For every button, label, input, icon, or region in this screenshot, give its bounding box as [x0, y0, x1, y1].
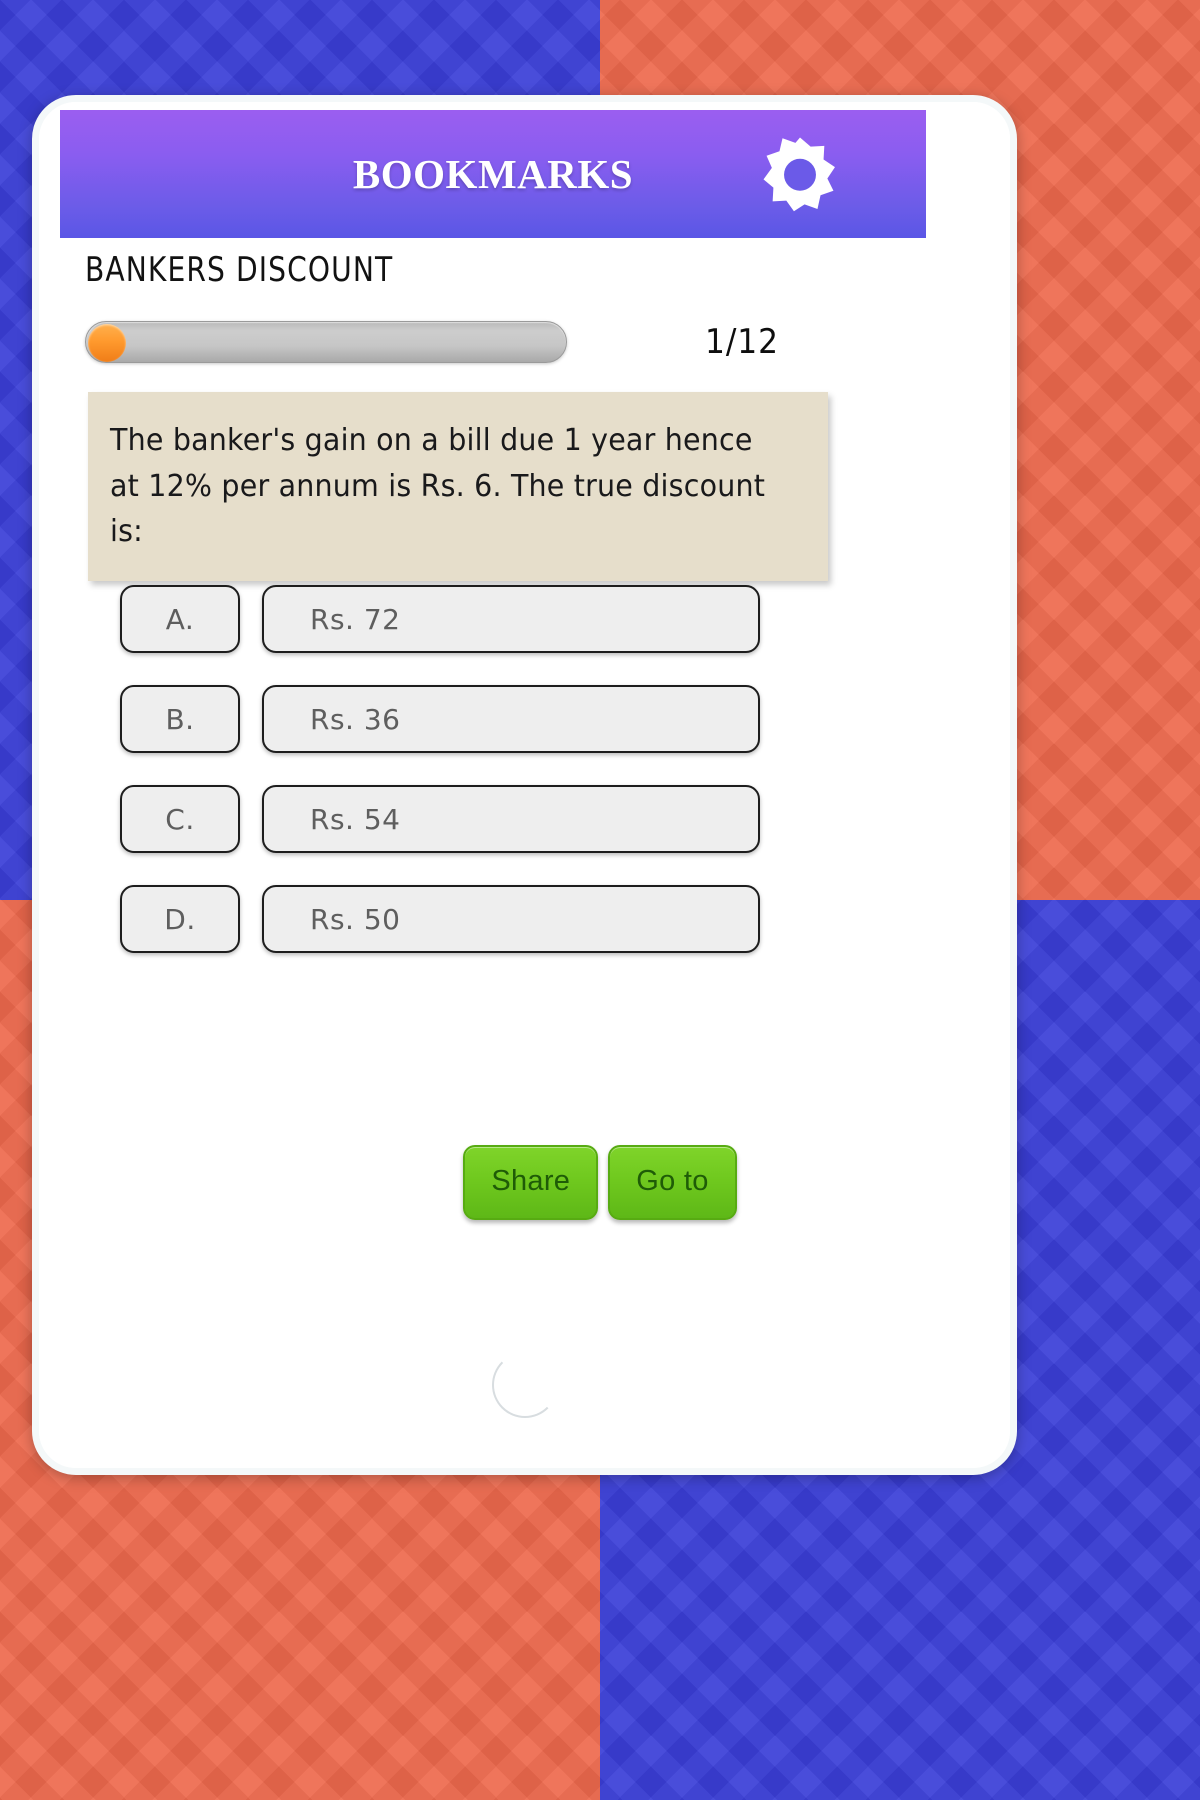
- question-box: The banker's gain on a bill due 1 year h…: [88, 392, 828, 581]
- answer-option-row: B. Rs. 36: [120, 685, 760, 753]
- question-counter: 1/12: [705, 322, 779, 362]
- answer-option-letter[interactable]: C.: [120, 785, 240, 853]
- go-to-button[interactable]: Go to: [608, 1145, 737, 1220]
- answer-option-value[interactable]: Rs. 54: [262, 785, 760, 853]
- answer-option-value[interactable]: Rs. 36: [262, 685, 760, 753]
- answer-options-list: A. Rs. 72 B. Rs. 36 C. Rs. 54 D. Rs. 50: [120, 585, 760, 985]
- answer-option-value[interactable]: Rs. 72: [262, 585, 760, 653]
- quiz-category-title: BANKERS DISCOUNT: [85, 250, 394, 290]
- question-text: The banker's gain on a bill due 1 year h…: [110, 423, 766, 550]
- action-button-row: Share Go to: [0, 1145, 1200, 1220]
- gear-icon[interactable]: [762, 136, 838, 212]
- answer-option-letter[interactable]: D.: [120, 885, 240, 953]
- answer-option-row: A. Rs. 72: [120, 585, 760, 653]
- answer-option-letter[interactable]: B.: [120, 685, 240, 753]
- answer-option-value[interactable]: Rs. 50: [262, 885, 760, 953]
- page-title: BOOKMARKS: [352, 151, 634, 197]
- progress-bar-track[interactable]: [85, 321, 567, 363]
- answer-option-letter[interactable]: A.: [120, 585, 240, 653]
- home-button-icon: [491, 1352, 558, 1418]
- share-button[interactable]: Share: [463, 1145, 599, 1220]
- progress-row: 1/12: [85, 312, 885, 372]
- app-header-bar: BOOKMARKS: [60, 110, 926, 238]
- answer-option-row: D. Rs. 50: [120, 885, 760, 953]
- progress-bar-fill: [88, 324, 127, 362]
- answer-option-row: C. Rs. 54: [120, 785, 760, 853]
